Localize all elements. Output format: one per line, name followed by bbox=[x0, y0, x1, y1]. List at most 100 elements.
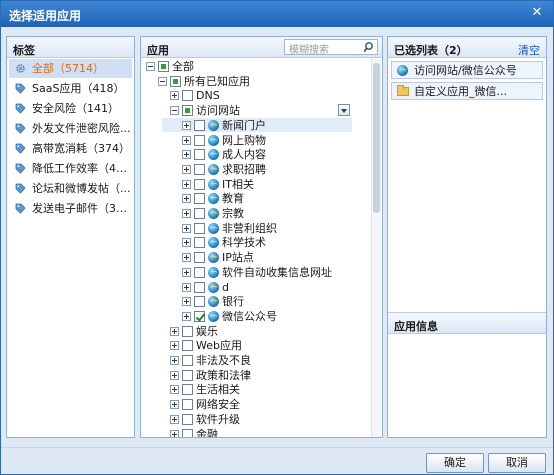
tree-row[interactable]: 金融 bbox=[141, 428, 366, 437]
tree-row[interactable]: 政策和法律 bbox=[141, 369, 366, 383]
search-input[interactable]: 模糊搜索 bbox=[284, 39, 378, 56]
tree-row[interactable]: 微信公众号 bbox=[141, 310, 366, 324]
close-icon[interactable]: ✕ bbox=[529, 5, 545, 21]
tree-row[interactable]: 非营利组织 bbox=[141, 222, 366, 236]
tree-checkbox[interactable] bbox=[194, 310, 205, 322]
search-icon[interactable] bbox=[362, 41, 376, 53]
tree-checkbox[interactable] bbox=[194, 222, 205, 234]
tree-checkbox[interactable] bbox=[194, 208, 205, 219]
expand-icon[interactable] bbox=[170, 429, 179, 437]
tree-checkbox[interactable] bbox=[194, 281, 205, 293]
tree-checkbox[interactable] bbox=[182, 369, 193, 381]
tree-checkbox[interactable] bbox=[194, 149, 205, 161]
tree-checkbox[interactable] bbox=[182, 325, 193, 337]
scrollbar-thumb[interactable] bbox=[373, 63, 380, 213]
expand-icon[interactable] bbox=[170, 385, 179, 395]
tree-row[interactable]: 访问网站 bbox=[141, 104, 366, 118]
expand-icon[interactable] bbox=[170, 400, 179, 410]
tree-row[interactable]: 软件升级 bbox=[141, 413, 366, 427]
tree-row[interactable]: 非法及不良 bbox=[141, 354, 366, 368]
expand-icon[interactable] bbox=[182, 223, 191, 233]
selected-item[interactable]: 访问网站/微信公众号 bbox=[391, 61, 543, 79]
collapse-icon[interactable] bbox=[158, 76, 167, 86]
collapse-icon[interactable] bbox=[146, 62, 155, 71]
tag-item[interactable]: SaaS应用（418） bbox=[9, 79, 132, 98]
selected-item[interactable]: 自定义应用_微信... bbox=[391, 82, 543, 100]
tree-row[interactable]: 求职招聘 bbox=[141, 163, 366, 177]
tag-item[interactable]: 安全风险（141） bbox=[9, 99, 132, 118]
tree-row[interactable]: 科学技术 bbox=[141, 236, 366, 250]
expand-icon[interactable] bbox=[170, 414, 179, 424]
expand-icon[interactable] bbox=[182, 164, 191, 174]
tree-checkbox[interactable] bbox=[182, 90, 193, 102]
tree-row[interactable]: 网上购物 bbox=[141, 134, 366, 148]
tree-row[interactable]: 全部 bbox=[141, 60, 366, 74]
tree-checkbox[interactable] bbox=[182, 428, 193, 437]
tree-checkbox[interactable] bbox=[194, 119, 205, 131]
expand-icon[interactable] bbox=[170, 341, 179, 351]
tree-row[interactable]: Web应用 bbox=[141, 339, 366, 353]
tree-checkbox[interactable] bbox=[194, 296, 205, 308]
tree-row[interactable]: 成人内容 bbox=[141, 148, 366, 162]
tree-checkbox[interactable] bbox=[194, 163, 205, 175]
expand-icon[interactable] bbox=[170, 326, 179, 336]
expand-icon[interactable] bbox=[170, 356, 179, 365]
tree-checkbox[interactable] bbox=[194, 237, 205, 249]
tag-item[interactable]: 全部（5714） bbox=[9, 59, 132, 78]
ok-button[interactable]: 确定 bbox=[426, 453, 484, 473]
tree-checkbox[interactable] bbox=[194, 266, 205, 278]
tag-icon bbox=[15, 103, 26, 114]
tree-row[interactable]: 教育 bbox=[141, 192, 366, 206]
expand-icon[interactable] bbox=[182, 135, 191, 145]
tree-row[interactable]: DNS bbox=[141, 89, 366, 103]
expand-icon[interactable] bbox=[182, 253, 191, 263]
tree-checkbox[interactable] bbox=[182, 340, 193, 352]
expand-icon[interactable] bbox=[182, 150, 191, 160]
tag-item[interactable]: 降低工作效率（45... bbox=[9, 159, 132, 178]
expand-icon[interactable] bbox=[182, 282, 191, 292]
expand-icon[interactable] bbox=[182, 120, 191, 130]
collapse-icon[interactable] bbox=[170, 106, 179, 116]
tree-row[interactable]: 所有已知应用 bbox=[141, 75, 366, 89]
tag-item[interactable]: 论坛和微博发帖（... bbox=[9, 179, 132, 198]
tree-checkbox[interactable] bbox=[170, 75, 181, 87]
tree-label: DNS bbox=[196, 89, 220, 103]
tree-row[interactable]: 网络安全 bbox=[141, 398, 366, 412]
tree-row[interactable]: 娱乐 bbox=[141, 325, 366, 339]
tree-checkbox[interactable] bbox=[182, 399, 193, 411]
tree-row[interactable]: IP站点 bbox=[141, 251, 366, 265]
tree-checkbox[interactable] bbox=[182, 384, 193, 396]
row-dropdown-button[interactable] bbox=[338, 104, 350, 117]
tree-checkbox[interactable] bbox=[194, 134, 205, 146]
expand-icon[interactable] bbox=[170, 370, 179, 380]
tag-item[interactable]: 发送电子邮件（30... bbox=[9, 199, 132, 218]
tree-row[interactable]: 软件自动收集信息网址 bbox=[141, 266, 366, 280]
tree-checkbox[interactable] bbox=[182, 413, 193, 425]
expand-icon[interactable] bbox=[182, 209, 191, 218]
tree-row[interactable]: IT相关 bbox=[141, 178, 366, 192]
apps-header-bar: 应用 模糊搜索 bbox=[141, 37, 382, 58]
tree-checkbox[interactable] bbox=[182, 355, 193, 366]
expand-icon[interactable] bbox=[182, 179, 191, 189]
tree-row[interactable]: d bbox=[141, 281, 366, 295]
tree-checkbox[interactable] bbox=[194, 178, 205, 190]
tree-scrollbar[interactable] bbox=[371, 59, 381, 437]
tag-item[interactable]: 高带宽消耗（374） bbox=[9, 139, 132, 158]
tree-row[interactable]: 宗教 bbox=[141, 207, 366, 221]
tree-checkbox[interactable] bbox=[194, 252, 205, 264]
expand-icon[interactable] bbox=[182, 311, 191, 321]
tree-row[interactable]: 银行 bbox=[141, 295, 366, 309]
tree-checkbox[interactable] bbox=[182, 105, 193, 117]
tag-item[interactable]: 外发文件泄密风险... bbox=[9, 119, 132, 138]
cancel-button[interactable]: 取消 bbox=[488, 453, 546, 473]
expand-icon[interactable] bbox=[170, 91, 179, 101]
expand-icon[interactable] bbox=[182, 238, 191, 248]
expand-icon[interactable] bbox=[182, 194, 191, 204]
tree-row[interactable]: 生活相关 bbox=[141, 383, 366, 397]
tree-checkbox[interactable] bbox=[158, 61, 169, 72]
expand-icon[interactable] bbox=[182, 297, 191, 307]
expand-icon[interactable] bbox=[182, 267, 191, 277]
tree-row[interactable]: 新闻门户 bbox=[141, 119, 366, 133]
tree-checkbox[interactable] bbox=[194, 193, 205, 205]
clear-link[interactable]: 清空 bbox=[518, 42, 540, 58]
